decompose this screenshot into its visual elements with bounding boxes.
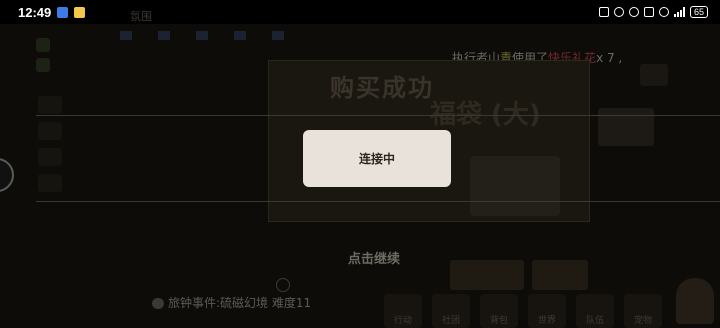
reward-card[interactable] bbox=[640, 64, 668, 86]
menu-icon[interactable] bbox=[38, 174, 62, 192]
atmosphere-label: 氛围 bbox=[130, 10, 152, 23]
wifi-icon bbox=[658, 7, 669, 17]
avatar bbox=[36, 38, 50, 52]
battery-indicator: 65 bbox=[689, 6, 708, 18]
divider bbox=[36, 201, 720, 202]
signal-icon bbox=[673, 7, 685, 17]
menu-icon[interactable] bbox=[38, 148, 62, 166]
connecting-dialog: 连接中 bbox=[303, 130, 451, 187]
continue-prompt[interactable]: 点击继续 bbox=[348, 248, 400, 267]
nav-item[interactable]: 背包 bbox=[480, 294, 518, 328]
popup-title: 购买成功 bbox=[330, 74, 434, 102]
resource-item bbox=[158, 30, 174, 41]
menu-icon[interactable] bbox=[38, 96, 62, 114]
status-bar: 12:49 65 bbox=[0, 0, 720, 24]
nav-item[interactable]: 社团 bbox=[432, 294, 470, 328]
clock-time: 12:49 bbox=[18, 4, 52, 20]
clock-icon bbox=[276, 278, 290, 292]
popup-subtitle: 福袋 (大) bbox=[430, 100, 541, 130]
app-notification-icon bbox=[57, 6, 69, 18]
nfc-icon bbox=[598, 7, 609, 17]
nav-item[interactable]: 宠物 bbox=[624, 294, 662, 328]
chat-bubble-icon bbox=[152, 298, 164, 309]
nav-item[interactable]: 行动 bbox=[384, 294, 422, 328]
promo-card[interactable] bbox=[598, 108, 654, 146]
chest-image bbox=[470, 156, 560, 216]
bluetooth-icon bbox=[628, 7, 639, 17]
divider bbox=[36, 115, 720, 116]
confirm-button[interactable] bbox=[450, 260, 524, 290]
left-menu bbox=[38, 96, 62, 192]
cancel-button[interactable] bbox=[532, 260, 588, 290]
mute-icon bbox=[613, 7, 624, 17]
resource-item bbox=[272, 30, 288, 41]
menu-icon[interactable] bbox=[38, 122, 62, 140]
resource-item bbox=[234, 30, 250, 41]
app-notification-icon bbox=[74, 6, 86, 18]
avatar bbox=[36, 58, 50, 72]
special-event-button[interactable] bbox=[676, 278, 714, 324]
connecting-message: 连接中 bbox=[358, 152, 395, 166]
vibrate-icon bbox=[643, 7, 654, 17]
event-text: 旅钟事件:硫磁幻境 难度11 bbox=[168, 296, 312, 310]
bottom-nav: 行动 社团 背包 世界 队伍 宠物 bbox=[384, 294, 662, 328]
resource-bar bbox=[120, 30, 288, 41]
nav-item[interactable]: 队伍 bbox=[576, 294, 614, 328]
nav-item[interactable]: 世界 bbox=[528, 294, 566, 328]
player-panel bbox=[36, 38, 138, 78]
resource-item bbox=[196, 30, 212, 41]
event-banner[interactable]: 旅钟事件:硫磁幻境 难度11 bbox=[152, 294, 311, 311]
